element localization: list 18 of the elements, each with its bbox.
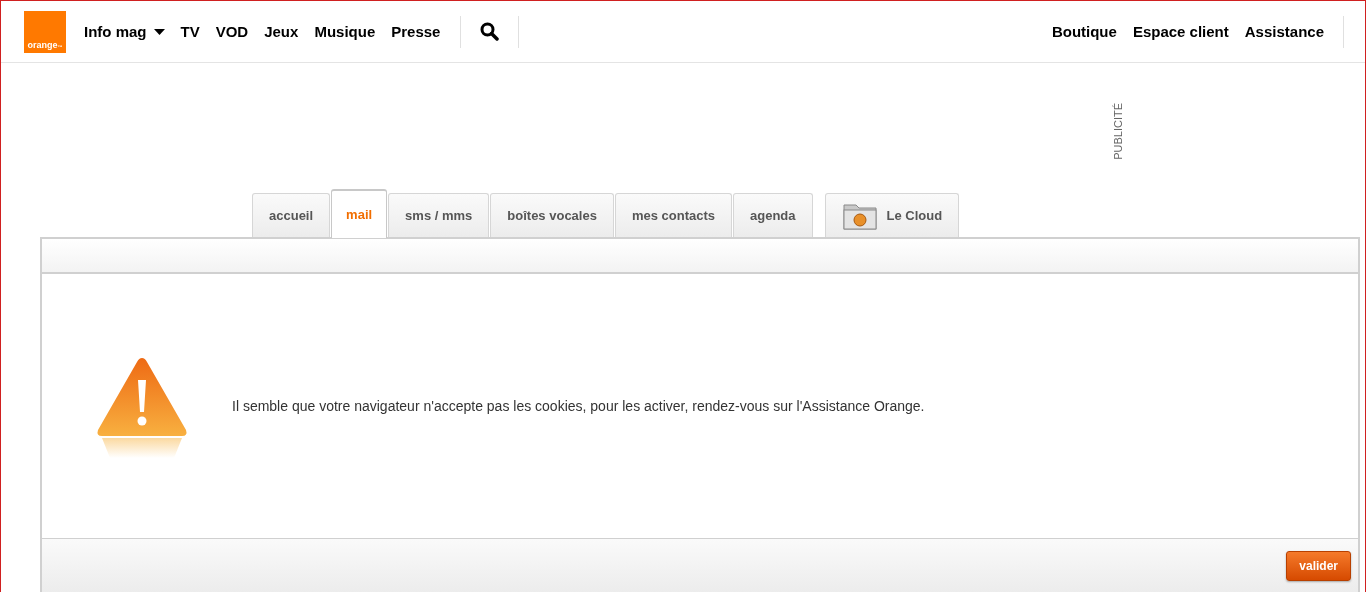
cookie-message: Il semble que votre navigateur n'accepte pas les cookies, pour les activer, rendez-vous sur l'Assistance Orange. [232,398,925,414]
header-link[interactable]: Assistance [1244,23,1324,40]
tab[interactable]: boîtes vocales [490,193,614,237]
tab[interactable]: mes contacts [614,193,732,237]
tab[interactable]: Le Cloud [824,193,960,237]
nav-link[interactable]: Presse [391,23,441,40]
tab[interactable]: sms / mms [388,193,490,237]
nav-link[interactable]: TV [180,23,200,40]
search-icon[interactable] [480,22,500,41]
ad-label: PUBLICITÉ [1112,103,1124,160]
nav-link[interactable]: Info mag [84,23,165,40]
tab[interactable]: agenda [733,193,813,237]
nav-link[interactable]: Jeux [264,23,299,40]
tab[interactable]: accueil [252,193,331,237]
header-link[interactable]: Boutique [1051,23,1117,40]
header-link[interactable]: Espace client [1132,23,1229,40]
nav-link[interactable]: VOD [215,23,249,40]
nav-link[interactable]: Musique [314,23,376,40]
